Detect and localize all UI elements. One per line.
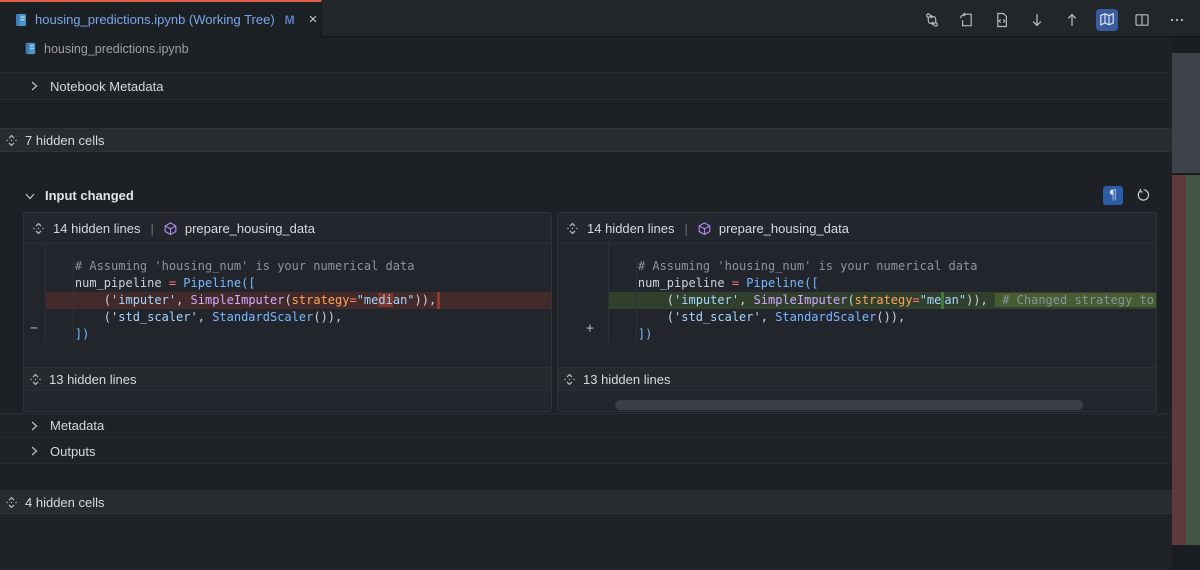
hidden-lines-bottom-label: 13 hidden lines — [49, 372, 136, 387]
symbol-cube-icon — [698, 222, 711, 235]
code-editor-original[interactable]: − # Assuming 'housing_num' is your numer… — [24, 244, 551, 343]
more-actions-icon[interactable] — [1166, 9, 1188, 31]
symbol-name: prepare_housing_data — [185, 221, 315, 236]
git-compare-icon[interactable] — [921, 9, 943, 31]
unfold-icon — [32, 222, 45, 235]
breadcrumb-filename: housing_predictions.ipynb — [44, 42, 189, 56]
notebook-metadata-row[interactable]: Notebook Metadata — [0, 72, 1172, 100]
code-line: ('std_scaler', StandardScaler()), — [46, 309, 551, 326]
unfold-icon — [5, 134, 18, 147]
editor-toolbar — [921, 2, 1188, 37]
notebook-file-icon — [24, 42, 37, 55]
next-change-icon[interactable] — [1026, 9, 1048, 31]
code-line: ('imputer', SimpleImputer(strategy="mean… — [609, 292, 1156, 309]
hidden-cells-bottom-bar[interactable]: 4 hidden cells — [0, 490, 1172, 514]
unfold-icon — [566, 222, 579, 235]
hidden-lines-top-label: 14 hidden lines — [53, 221, 140, 236]
code-editor-modified[interactable]: + # Assuming 'housing_num' is your numer… — [558, 244, 1156, 343]
revert-file-icon[interactable] — [956, 9, 978, 31]
code-line: # Assuming 'housing_num' is your numeric… — [609, 258, 1156, 275]
unfold-icon — [563, 373, 576, 386]
hidden-lines-bottom-label: 13 hidden lines — [583, 372, 670, 387]
map-view-icon[interactable] — [1096, 9, 1118, 31]
diff-pane-original: 14 hidden lines | prepare_housing_data −… — [23, 212, 552, 412]
hidden-lines-bottom-bar[interactable]: 13 hidden lines — [24, 367, 551, 391]
indent-guide — [636, 258, 637, 343]
symbol-name: prepare_housing_data — [719, 221, 849, 236]
code-line: ]) — [609, 326, 1156, 343]
input-changed-header[interactable]: Input changed ¶ — [10, 182, 1162, 209]
code-line: ('std_scaler', StandardScaler()), — [609, 309, 1156, 326]
previous-change-icon[interactable] — [1061, 9, 1083, 31]
split-editor-icon[interactable] — [1131, 9, 1153, 31]
close-icon[interactable]: × — [309, 12, 318, 27]
hidden-lines-top-label: 14 hidden lines — [587, 221, 674, 236]
editor-tab-bar: housing_predictions.ipynb (Working Tree)… — [0, 0, 1200, 37]
notebook-file-icon — [14, 13, 28, 27]
open-file-icon[interactable] — [991, 9, 1013, 31]
input-changed-title: Input changed — [45, 188, 134, 203]
chevron-right-icon — [27, 79, 41, 93]
hidden-cells-bottom-label: 4 hidden cells — [25, 495, 105, 510]
vertical-scrollbar-slider[interactable] — [1172, 53, 1200, 173]
code-line: ]) — [46, 326, 551, 343]
hidden-lines-bottom-bar[interactable]: 13 hidden lines — [558, 367, 1156, 391]
added-line-gutter-marker: + — [586, 320, 594, 337]
unfold-icon — [29, 373, 42, 386]
horizontal-scrollbar[interactable] — [615, 400, 1083, 410]
breadcrumb[interactable]: housing_predictions.ipynb — [0, 37, 1172, 60]
code-line: # Assuming 'housing_num' is your numeric… — [46, 258, 551, 275]
chevron-down-icon — [23, 189, 37, 203]
ruler-added-mark — [1186, 175, 1200, 545]
code-line: ('imputer', SimpleImputer(strategy="medi… — [46, 292, 551, 309]
code-line: num_pipeline = Pipeline([ — [609, 275, 1156, 292]
pilcrow-toggle-icon[interactable]: ¶ — [1103, 186, 1123, 205]
tab-housing-predictions-diff[interactable]: housing_predictions.ipynb (Working Tree)… — [0, 0, 322, 37]
metadata-row[interactable]: Metadata — [0, 413, 1172, 438]
code-line: num_pipeline = Pipeline([ — [46, 275, 551, 292]
hidden-cells-top-label: 7 hidden cells — [25, 133, 105, 148]
hidden-lines-top-bar[interactable]: 14 hidden lines | prepare_housing_data — [558, 213, 1156, 244]
header-separator: | — [682, 221, 689, 236]
header-separator: | — [148, 221, 155, 236]
notebook-metadata-label: Notebook Metadata — [50, 79, 163, 94]
ruler-deleted-mark — [1172, 175, 1186, 545]
git-modified-badge: M — [285, 13, 295, 27]
hidden-lines-top-bar[interactable]: 14 hidden lines | prepare_housing_data — [24, 213, 551, 244]
metadata-label: Metadata — [50, 418, 104, 433]
overview-ruler — [1172, 37, 1200, 570]
vscode-notebook-diff-window: housing_predictions.ipynb (Working Tree)… — [0, 0, 1200, 570]
tab-title: housing_predictions.ipynb (Working Tree) — [35, 12, 275, 27]
outputs-row[interactable]: Outputs — [0, 439, 1172, 464]
indent-guide — [73, 258, 74, 343]
deleted-line-gutter-marker: − — [30, 320, 38, 337]
hidden-cells-top-bar[interactable]: 7 hidden cells — [0, 128, 1172, 152]
discard-icon[interactable] — [1132, 185, 1154, 207]
unfold-icon — [5, 496, 18, 509]
diff-pane-modified: 14 hidden lines | prepare_housing_data +… — [557, 212, 1157, 412]
input-changed-actions: ¶ — [1103, 185, 1154, 207]
symbol-cube-icon — [164, 222, 177, 235]
chevron-right-icon — [27, 419, 41, 433]
chevron-right-icon — [27, 444, 41, 458]
editor-bottom-area — [0, 514, 1172, 570]
outputs-label: Outputs — [50, 444, 96, 459]
